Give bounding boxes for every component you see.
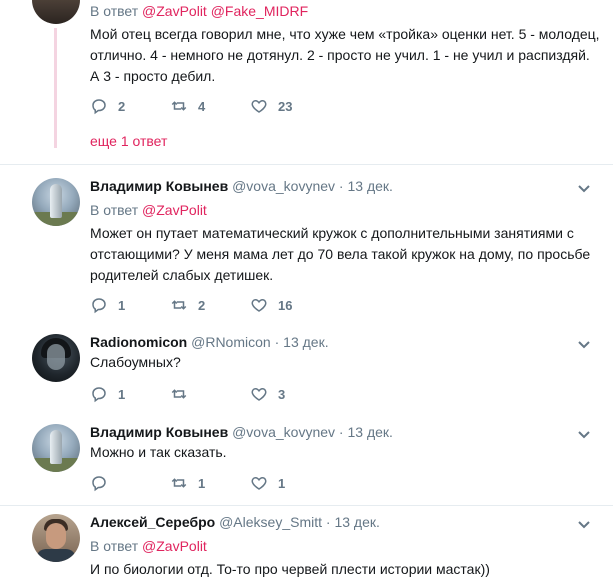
like-count: 3 — [278, 386, 286, 402]
like-icon — [251, 387, 267, 401]
reply-count: 1 — [118, 297, 126, 313]
tweet-text: Мой отец всегда говорил мне, что хуже че… — [90, 26, 600, 84]
like-button[interactable]: 23 — [250, 97, 292, 115]
retweet-count: 2 — [198, 297, 206, 313]
retweet-icon — [171, 478, 187, 488]
tweet-actions: 1 1 — [90, 474, 390, 494]
tweet-4: Алексей_Серебро @Aleksey_Smitt · 13 дек.… — [0, 506, 613, 577]
reply-button[interactable] — [90, 474, 118, 492]
separator-dot: · — [338, 424, 344, 440]
chevron-down-icon[interactable] — [577, 337, 591, 351]
reply-prefix: В ответ — [90, 3, 139, 19]
reply-icon — [92, 298, 106, 314]
user-name[interactable]: Алексей_Серебро — [90, 514, 215, 530]
tweet-2: Radionomicon @RNomicon · 13 дек. Слабоум… — [0, 325, 613, 414]
reply-icon — [92, 387, 106, 403]
reply-to: В ответ @ZavPolit — [90, 537, 207, 555]
timestamp[interactable]: 13 дек. — [347, 424, 392, 440]
like-count: 16 — [278, 297, 293, 313]
reply-icon — [92, 476, 106, 492]
user-handle[interactable]: @RNomicon — [191, 334, 271, 350]
reply-icon — [92, 99, 106, 115]
tweet-actions: 2 4 23 — [90, 97, 390, 117]
reply-button[interactable]: 1 — [90, 296, 125, 314]
reply-link-zavpolit[interactable]: @ZavPolit — [142, 3, 207, 19]
timestamp[interactable]: 13 дек. — [347, 178, 392, 194]
avatar[interactable] — [32, 334, 80, 382]
user-name[interactable]: Владимир Ковынев — [90, 424, 228, 440]
reply-link-zavpolit[interactable]: @ZavPolit — [142, 202, 207, 218]
tweet-0: В ответ @ZavPolit @Fake_MIDRF Мой отец в… — [0, 0, 613, 165]
user-handle[interactable]: @vova_kovynev — [232, 178, 335, 194]
user-name[interactable]: Владимир Ковынев — [90, 178, 228, 194]
timestamp[interactable]: 13 дек. — [334, 514, 379, 530]
like-count: 23 — [278, 98, 293, 114]
retweet-button[interactable]: 1 — [170, 474, 205, 492]
reply-link-zavpolit[interactable]: @ZavPolit — [142, 538, 207, 554]
thread-line — [54, 28, 57, 148]
like-button[interactable]: 3 — [250, 385, 285, 403]
separator-dot: · — [338, 178, 344, 194]
tweet-header: Владимир Ковынев @vova_kovynev · 13 дек. — [90, 177, 393, 195]
user-name[interactable]: Radionomicon — [90, 334, 187, 350]
retweet-icon — [171, 300, 187, 310]
tweet-header: Алексей_Серебро @Aleksey_Smitt · 13 дек. — [90, 513, 380, 531]
reply-button[interactable]: 2 — [90, 97, 125, 115]
tweet-text: Можно и так сказать. — [90, 444, 227, 460]
retweet-count: 1 — [198, 475, 206, 491]
reply-prefix: В ответ — [90, 202, 139, 218]
separator-dot: · — [325, 514, 331, 530]
tweet-3: Владимир Ковынев @vova_kovynev · 13 дек.… — [0, 414, 613, 506]
like-icon — [251, 99, 267, 113]
reply-link-fake-midrf[interactable]: @Fake_MIDRF — [211, 3, 308, 19]
reply-to: В ответ @ZavPolit @Fake_MIDRF — [90, 2, 308, 20]
user-handle[interactable]: @Aleksey_Smitt — [219, 514, 322, 530]
chevron-down-icon[interactable] — [577, 427, 591, 441]
retweet-button[interactable]: 2 — [170, 296, 205, 314]
user-handle[interactable]: @vova_kovynev — [232, 424, 335, 440]
timestamp[interactable]: 13 дек. — [283, 334, 328, 350]
retweet-count: 4 — [198, 98, 206, 114]
avatar[interactable] — [32, 0, 80, 24]
reply-to: В ответ @ZavPolit — [90, 201, 207, 219]
tweet-text: Может он путает математический кружок с … — [90, 225, 591, 283]
separator-dot: · — [274, 334, 280, 350]
retweet-icon — [171, 101, 187, 111]
like-count: 1 — [278, 475, 286, 491]
chevron-down-icon[interactable] — [577, 517, 591, 531]
tweet-text: Слабоумных? — [90, 354, 181, 370]
retweet-button[interactable]: 4 — [170, 97, 205, 115]
reply-button[interactable]: 1 — [90, 385, 125, 403]
tweet-header: Radionomicon @RNomicon · 13 дек. — [90, 333, 329, 351]
like-button[interactable]: 16 — [250, 296, 292, 314]
tweet-actions: 1 3 — [90, 385, 390, 405]
avatar[interactable] — [32, 424, 80, 472]
show-more-replies[interactable]: еще 1 ответ — [90, 133, 167, 149]
chevron-down-icon[interactable] — [577, 181, 591, 195]
tweet-1: Владимир Ковынев @vova_kovynev · 13 дек.… — [0, 165, 613, 325]
avatar[interactable] — [32, 178, 80, 226]
like-icon — [251, 298, 267, 312]
retweet-icon — [171, 389, 187, 399]
retweet-button[interactable] — [170, 385, 198, 403]
tweet-actions: 1 2 16 — [90, 296, 390, 316]
avatar[interactable] — [32, 514, 80, 562]
tweet-text: И по биологии отд. То-то про червей плес… — [90, 561, 490, 577]
like-icon — [251, 476, 267, 490]
tweet-header: Владимир Ковынев @vova_kovynev · 13 дек. — [90, 423, 393, 441]
reply-count: 2 — [118, 98, 126, 114]
reply-count: 1 — [118, 386, 126, 402]
like-button[interactable]: 1 — [250, 474, 285, 492]
reply-prefix: В ответ — [90, 538, 139, 554]
